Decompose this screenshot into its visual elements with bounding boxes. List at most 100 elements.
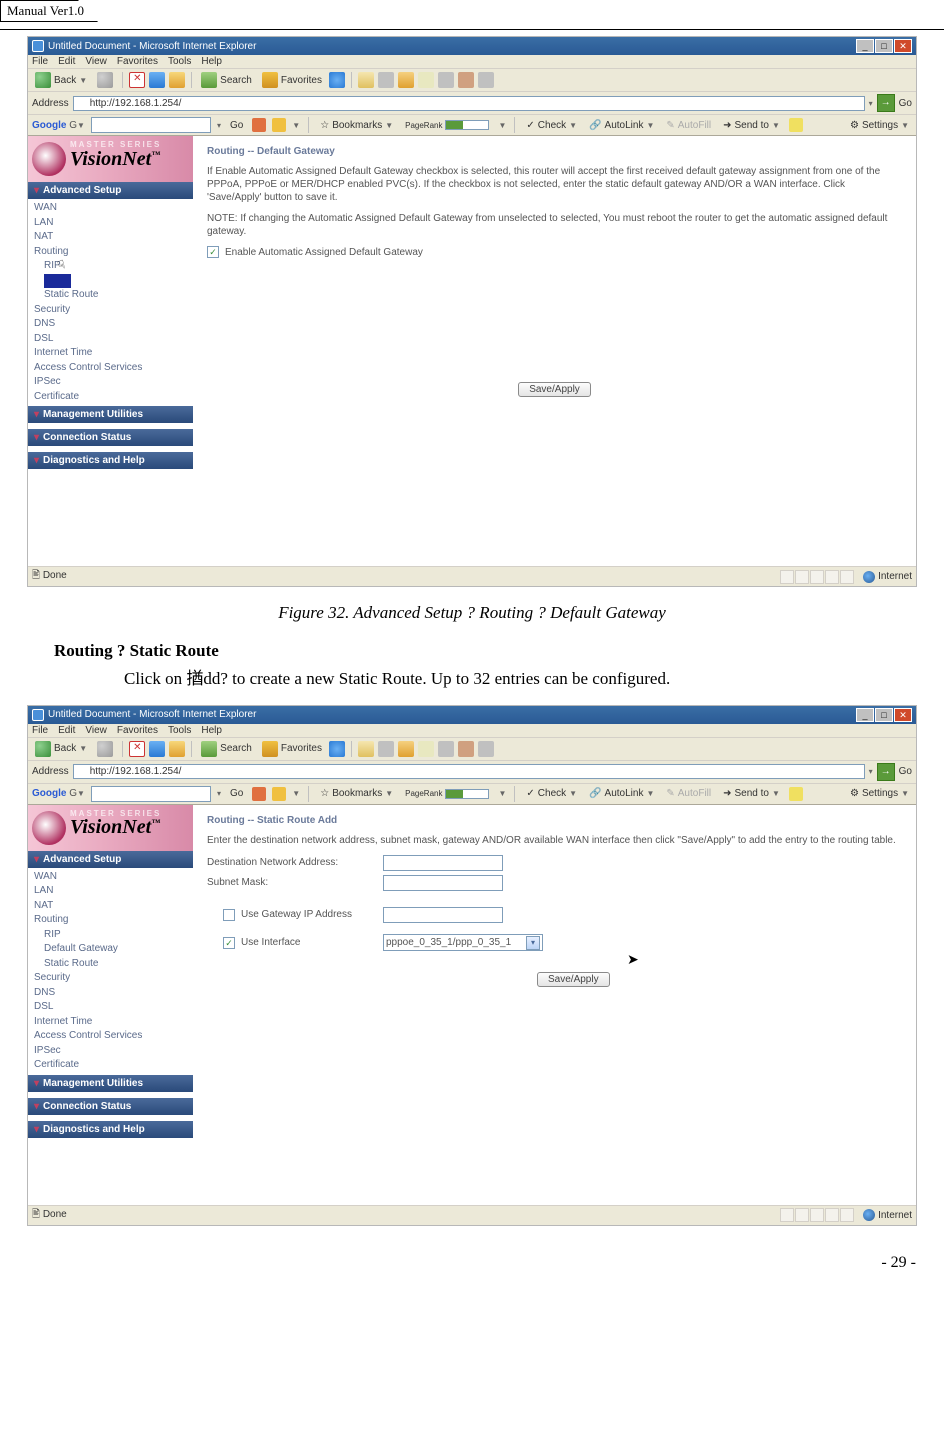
stop-icon[interactable] [129, 741, 145, 757]
menu-help[interactable]: Help [201, 56, 222, 67]
menu-edit[interactable]: Edit [58, 56, 75, 67]
media-icon[interactable] [329, 72, 345, 88]
nav-security[interactable]: Security [34, 971, 193, 986]
sendto-button[interactable]: ➜ Send to▼ [720, 119, 783, 132]
google-go-button[interactable]: Go [227, 787, 246, 800]
google-search-input[interactable] [91, 786, 211, 802]
autolink-button[interactable]: 🔗 AutoLink ▼ [586, 119, 657, 132]
nav-connection-status[interactable]: Connection Status [28, 1098, 193, 1115]
check-button[interactable]: ✓ Check ▼ [523, 787, 580, 800]
nav-certificate[interactable]: Certificate [34, 1058, 193, 1073]
google-icon-1[interactable] [252, 787, 266, 801]
nav-rip[interactable]: RIP [34, 928, 193, 943]
nav-dns[interactable]: DNS [34, 986, 193, 1001]
gateway-ip-input[interactable] [383, 907, 503, 923]
close-button[interactable]: ✕ [894, 39, 912, 53]
menu-help[interactable]: Help [201, 725, 222, 736]
google-search-dropdown[interactable]: ▾ [217, 121, 221, 130]
address-dropdown[interactable]: ▾ [869, 99, 873, 108]
nav-internet-time[interactable]: Internet Time [34, 1015, 193, 1030]
print-icon[interactable] [378, 72, 394, 88]
settings-button[interactable]: ⚙ Settings▼ [847, 787, 912, 800]
use-interface-checkbox[interactable]: ✓ [223, 937, 235, 949]
autofill-button[interactable]: ✎ AutoFill [663, 119, 714, 132]
mail-icon[interactable] [358, 741, 374, 757]
nav-nat[interactable]: NAT [34, 899, 193, 914]
nav-wan[interactable]: WAN [34, 201, 193, 216]
menu-view[interactable]: View [85, 56, 107, 67]
use-gateway-checkbox[interactable] [223, 909, 235, 921]
settings-button[interactable]: ⚙ Settings▼ [847, 119, 912, 132]
nav-ipsec[interactable]: IPSec [34, 375, 193, 390]
toolbar-icon-4[interactable] [478, 741, 494, 757]
go-button[interactable]: → [877, 94, 895, 112]
dest-network-input[interactable] [383, 855, 503, 871]
search-button[interactable]: Search [198, 71, 255, 89]
back-button[interactable]: Back ▼ [32, 740, 90, 758]
google-search-input[interactable] [91, 117, 211, 133]
search-button[interactable]: Search [198, 740, 255, 758]
favorites-button[interactable]: Favorites [259, 71, 325, 89]
google-go-button[interactable]: Go [227, 119, 246, 132]
forward-button[interactable] [94, 71, 116, 89]
save-apply-button[interactable]: Save/Apply [518, 382, 591, 397]
menu-favorites[interactable]: Favorites [117, 56, 158, 67]
toolbar-icon-3[interactable] [458, 72, 474, 88]
home-icon[interactable] [169, 72, 185, 88]
nav-connection-status[interactable]: Connection Status [28, 429, 193, 446]
menu-file[interactable]: File [32, 725, 48, 736]
nav-wan[interactable]: WAN [34, 870, 193, 885]
close-button[interactable]: ✕ [894, 708, 912, 722]
maximize-button[interactable]: □ [875, 39, 893, 53]
maximize-button[interactable]: □ [875, 708, 893, 722]
menu-edit[interactable]: Edit [58, 725, 75, 736]
menu-tools[interactable]: Tools [168, 725, 191, 736]
nav-lan[interactable]: LAN [34, 884, 193, 899]
nav-internet-time[interactable]: Internet Time [34, 346, 193, 361]
toolbar-icon-1[interactable] [418, 741, 434, 757]
address-dropdown[interactable]: ▾ [869, 767, 873, 776]
check-button[interactable]: ✓ Check ▼ [523, 119, 580, 132]
nav-rip[interactable]: RIP [34, 259, 193, 274]
toolbar-icon-2[interactable] [438, 72, 454, 88]
nav-dsl[interactable]: DSL [34, 332, 193, 347]
nav-advanced-setup[interactable]: Advanced Setup [28, 851, 193, 868]
google-highlight-icon[interactable] [789, 787, 803, 801]
nav-dsl[interactable]: DSL [34, 1000, 193, 1015]
autofill-button[interactable]: ✎ AutoFill [663, 787, 714, 800]
nav-access-control[interactable]: Access Control Services [34, 361, 193, 376]
nav-static-route[interactable]: Static Route [34, 957, 193, 972]
refresh-icon[interactable] [149, 72, 165, 88]
nav-certificate[interactable]: Certificate [34, 390, 193, 405]
nav-access-control[interactable]: Access Control Services [34, 1029, 193, 1044]
interface-select[interactable]: pppoe_0_35_1/ppp_0_35_1 ▾ [383, 934, 543, 951]
go-button[interactable]: → [877, 763, 895, 781]
sendto-button[interactable]: ➜ Send to▼ [720, 787, 783, 800]
nav-default-gateway[interactable]: Default Gateway [34, 942, 193, 957]
home-icon[interactable] [169, 741, 185, 757]
forward-button[interactable] [94, 740, 116, 758]
mail-icon[interactable] [358, 72, 374, 88]
google-icon-2[interactable] [272, 118, 286, 132]
print-icon[interactable] [378, 741, 394, 757]
nav-management-utilities[interactable]: Management Utilities [28, 406, 193, 423]
nav-diagnostics-help[interactable]: Diagnostics and Help [28, 1121, 193, 1138]
toolbar-icon-4[interactable] [478, 72, 494, 88]
back-button[interactable]: Back ▼ [32, 71, 90, 89]
address-input[interactable]: http://192.168.1.254/ [73, 96, 865, 111]
bookmarks-button[interactable]: ☆ Bookmarks▼ [317, 787, 396, 800]
menu-view[interactable]: View [85, 725, 107, 736]
minimize-button[interactable]: _ [856, 708, 874, 722]
edit-icon[interactable] [398, 741, 414, 757]
save-apply-button[interactable]: Save/Apply [537, 972, 610, 987]
minimize-button[interactable]: _ [856, 39, 874, 53]
toolbar-icon-2[interactable] [438, 741, 454, 757]
nav-routing[interactable]: Routing [34, 913, 193, 928]
toolbar-icon-1[interactable] [418, 72, 434, 88]
google-search-dropdown[interactable]: ▾ [217, 789, 221, 798]
nav-management-utilities[interactable]: Management Utilities [28, 1075, 193, 1092]
google-icon-1[interactable] [252, 118, 266, 132]
google-highlight-icon[interactable] [789, 118, 803, 132]
nav-nat[interactable]: NAT [34, 230, 193, 245]
autolink-button[interactable]: 🔗 AutoLink ▼ [586, 787, 657, 800]
